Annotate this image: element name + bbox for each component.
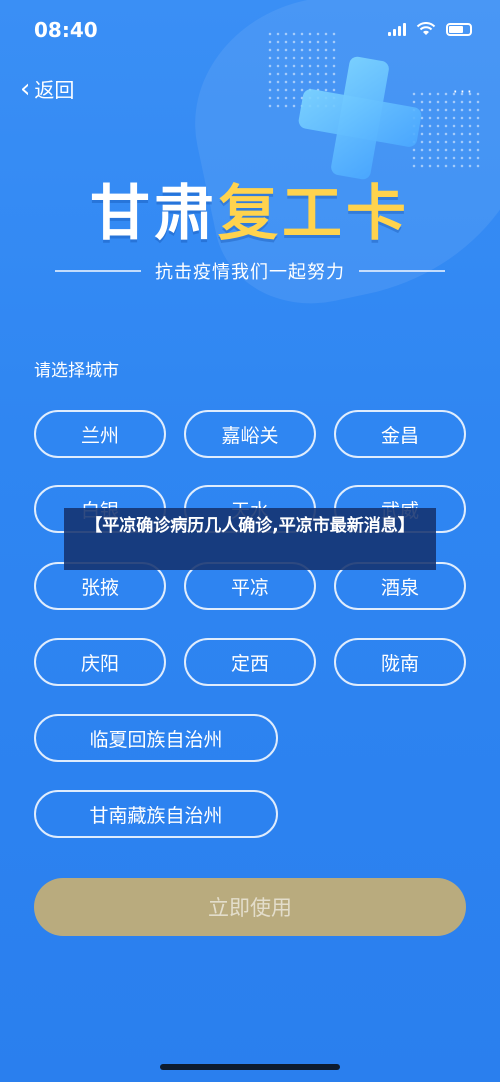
wifi-icon: [416, 22, 436, 35]
status-time: 08:40: [34, 18, 98, 42]
overlay-headline: 【平凉确诊病历几人确诊,平凉市最新消息】: [64, 508, 436, 570]
subtitle-row: 抗击疫情我们一起努力: [0, 258, 500, 284]
city-button-lanzhou[interactable]: 兰州: [34, 410, 166, 458]
use-now-button[interactable]: 立即使用: [34, 878, 466, 936]
city-button-longnan[interactable]: 陇南: [334, 638, 466, 686]
city-button-qingyang[interactable]: 庆阳: [34, 638, 166, 686]
title-part1: 甘肃: [90, 179, 218, 249]
city-button-linxia[interactable]: 临夏回族自治州: [34, 714, 278, 762]
chevron-left-icon: ‹: [20, 73, 31, 104]
status-icons: [388, 22, 472, 36]
home-indicator[interactable]: [160, 1064, 340, 1070]
app-screen: 08:40 ‹ 返回 ··· 甘肃复工卡 抗击疫情我们一起努力 请选择城市 兰州…: [0, 0, 500, 1082]
title-part2: 复工卡: [218, 179, 410, 249]
back-label: 返回: [34, 78, 75, 102]
signal-icon: [388, 22, 406, 36]
city-button-jiayuguan[interactable]: 嘉峪关: [184, 410, 316, 458]
city-button-gannan[interactable]: 甘南藏族自治州: [34, 790, 278, 838]
back-button[interactable]: ‹ 返回: [20, 74, 74, 103]
city-button-jinchang[interactable]: 金昌: [334, 410, 466, 458]
more-button[interactable]: ···: [453, 82, 474, 101]
page-title: 甘肃复工卡: [0, 165, 500, 252]
divider: [359, 270, 445, 272]
subtitle: 抗击疫情我们一起努力: [155, 262, 345, 283]
battery-icon: [446, 22, 472, 36]
city-button-dingxi[interactable]: 定西: [184, 638, 316, 686]
status-bar: 08:40: [0, 0, 500, 60]
divider: [55, 270, 141, 272]
select-city-prompt: 请选择城市: [34, 361, 119, 381]
